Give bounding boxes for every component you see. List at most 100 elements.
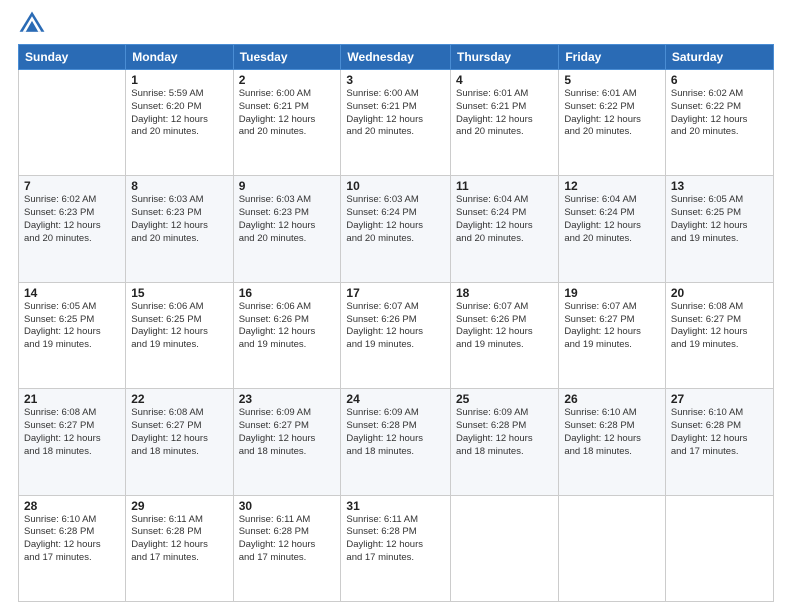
calendar-cell: 1Sunrise: 5:59 AMSunset: 6:20 PMDaylight… xyxy=(126,70,233,176)
day-info: Sunrise: 6:07 AMSunset: 6:26 PMDaylight:… xyxy=(456,301,553,352)
day-info: Sunrise: 5:59 AMSunset: 6:20 PMDaylight:… xyxy=(131,88,227,139)
day-number: 24 xyxy=(346,392,445,406)
day-number: 5 xyxy=(564,73,660,87)
day-number: 7 xyxy=(24,179,120,193)
calendar-cell: 28Sunrise: 6:10 AMSunset: 6:28 PMDayligh… xyxy=(19,495,126,601)
day-number: 4 xyxy=(456,73,553,87)
header-tuesday: Tuesday xyxy=(233,45,341,70)
day-info: Sunrise: 6:05 AMSunset: 6:25 PMDaylight:… xyxy=(671,194,768,245)
day-number: 17 xyxy=(346,286,445,300)
day-number: 15 xyxy=(131,286,227,300)
calendar-cell: 31Sunrise: 6:11 AMSunset: 6:28 PMDayligh… xyxy=(341,495,451,601)
header xyxy=(18,10,774,38)
calendar-cell: 27Sunrise: 6:10 AMSunset: 6:28 PMDayligh… xyxy=(665,389,773,495)
day-info: Sunrise: 6:08 AMSunset: 6:27 PMDaylight:… xyxy=(671,301,768,352)
calendar-week-row: 1Sunrise: 5:59 AMSunset: 6:20 PMDaylight… xyxy=(19,70,774,176)
calendar-cell: 3Sunrise: 6:00 AMSunset: 6:21 PMDaylight… xyxy=(341,70,451,176)
calendar-cell: 13Sunrise: 6:05 AMSunset: 6:25 PMDayligh… xyxy=(665,176,773,282)
page: SundayMondayTuesdayWednesdayThursdayFrid… xyxy=(0,0,792,612)
day-number: 31 xyxy=(346,499,445,513)
calendar-table: SundayMondayTuesdayWednesdayThursdayFrid… xyxy=(18,44,774,602)
calendar-cell: 4Sunrise: 6:01 AMSunset: 6:21 PMDaylight… xyxy=(451,70,559,176)
calendar-cell: 12Sunrise: 6:04 AMSunset: 6:24 PMDayligh… xyxy=(559,176,666,282)
calendar-cell: 15Sunrise: 6:06 AMSunset: 6:25 PMDayligh… xyxy=(126,282,233,388)
calendar-cell: 20Sunrise: 6:08 AMSunset: 6:27 PMDayligh… xyxy=(665,282,773,388)
logo xyxy=(18,10,50,38)
day-number: 21 xyxy=(24,392,120,406)
day-info: Sunrise: 6:11 AMSunset: 6:28 PMDaylight:… xyxy=(346,514,445,565)
day-number: 16 xyxy=(239,286,336,300)
header-monday: Monday xyxy=(126,45,233,70)
calendar-week-row: 14Sunrise: 6:05 AMSunset: 6:25 PMDayligh… xyxy=(19,282,774,388)
day-number: 13 xyxy=(671,179,768,193)
calendar-cell: 24Sunrise: 6:09 AMSunset: 6:28 PMDayligh… xyxy=(341,389,451,495)
day-info: Sunrise: 6:04 AMSunset: 6:24 PMDaylight:… xyxy=(564,194,660,245)
day-info: Sunrise: 6:10 AMSunset: 6:28 PMDaylight:… xyxy=(564,407,660,458)
day-info: Sunrise: 6:07 AMSunset: 6:27 PMDaylight:… xyxy=(564,301,660,352)
day-info: Sunrise: 6:09 AMSunset: 6:28 PMDaylight:… xyxy=(346,407,445,458)
calendar-cell xyxy=(19,70,126,176)
calendar-cell: 10Sunrise: 6:03 AMSunset: 6:24 PMDayligh… xyxy=(341,176,451,282)
calendar-cell: 25Sunrise: 6:09 AMSunset: 6:28 PMDayligh… xyxy=(451,389,559,495)
calendar-week-row: 21Sunrise: 6:08 AMSunset: 6:27 PMDayligh… xyxy=(19,389,774,495)
day-number: 10 xyxy=(346,179,445,193)
calendar-cell: 21Sunrise: 6:08 AMSunset: 6:27 PMDayligh… xyxy=(19,389,126,495)
calendar-cell: 26Sunrise: 6:10 AMSunset: 6:28 PMDayligh… xyxy=(559,389,666,495)
day-number: 23 xyxy=(239,392,336,406)
header-wednesday: Wednesday xyxy=(341,45,451,70)
calendar-cell: 5Sunrise: 6:01 AMSunset: 6:22 PMDaylight… xyxy=(559,70,666,176)
calendar-cell xyxy=(451,495,559,601)
day-info: Sunrise: 6:04 AMSunset: 6:24 PMDaylight:… xyxy=(456,194,553,245)
day-info: Sunrise: 6:06 AMSunset: 6:25 PMDaylight:… xyxy=(131,301,227,352)
day-number: 3 xyxy=(346,73,445,87)
calendar-cell: 30Sunrise: 6:11 AMSunset: 6:28 PMDayligh… xyxy=(233,495,341,601)
day-info: Sunrise: 6:07 AMSunset: 6:26 PMDaylight:… xyxy=(346,301,445,352)
day-number: 19 xyxy=(564,286,660,300)
day-info: Sunrise: 6:11 AMSunset: 6:28 PMDaylight:… xyxy=(131,514,227,565)
header-thursday: Thursday xyxy=(451,45,559,70)
day-number: 26 xyxy=(564,392,660,406)
day-number: 28 xyxy=(24,499,120,513)
day-number: 20 xyxy=(671,286,768,300)
day-number: 30 xyxy=(239,499,336,513)
day-info: Sunrise: 6:09 AMSunset: 6:28 PMDaylight:… xyxy=(456,407,553,458)
calendar-cell: 2Sunrise: 6:00 AMSunset: 6:21 PMDaylight… xyxy=(233,70,341,176)
calendar-header-row: SundayMondayTuesdayWednesdayThursdayFrid… xyxy=(19,45,774,70)
calendar-cell: 23Sunrise: 6:09 AMSunset: 6:27 PMDayligh… xyxy=(233,389,341,495)
day-info: Sunrise: 6:01 AMSunset: 6:21 PMDaylight:… xyxy=(456,88,553,139)
calendar-cell: 9Sunrise: 6:03 AMSunset: 6:23 PMDaylight… xyxy=(233,176,341,282)
header-saturday: Saturday xyxy=(665,45,773,70)
day-number: 25 xyxy=(456,392,553,406)
day-info: Sunrise: 6:00 AMSunset: 6:21 PMDaylight:… xyxy=(346,88,445,139)
day-info: Sunrise: 6:05 AMSunset: 6:25 PMDaylight:… xyxy=(24,301,120,352)
calendar-cell: 29Sunrise: 6:11 AMSunset: 6:28 PMDayligh… xyxy=(126,495,233,601)
day-number: 22 xyxy=(131,392,227,406)
calendar-cell: 22Sunrise: 6:08 AMSunset: 6:27 PMDayligh… xyxy=(126,389,233,495)
logo-icon xyxy=(18,10,46,38)
calendar-cell: 16Sunrise: 6:06 AMSunset: 6:26 PMDayligh… xyxy=(233,282,341,388)
calendar-cell: 17Sunrise: 6:07 AMSunset: 6:26 PMDayligh… xyxy=(341,282,451,388)
day-info: Sunrise: 6:03 AMSunset: 6:24 PMDaylight:… xyxy=(346,194,445,245)
calendar-cell xyxy=(559,495,666,601)
day-info: Sunrise: 6:08 AMSunset: 6:27 PMDaylight:… xyxy=(24,407,120,458)
calendar-cell: 6Sunrise: 6:02 AMSunset: 6:22 PMDaylight… xyxy=(665,70,773,176)
day-number: 18 xyxy=(456,286,553,300)
day-number: 14 xyxy=(24,286,120,300)
day-info: Sunrise: 6:01 AMSunset: 6:22 PMDaylight:… xyxy=(564,88,660,139)
day-info: Sunrise: 6:02 AMSunset: 6:23 PMDaylight:… xyxy=(24,194,120,245)
calendar-cell: 11Sunrise: 6:04 AMSunset: 6:24 PMDayligh… xyxy=(451,176,559,282)
calendar-cell xyxy=(665,495,773,601)
day-info: Sunrise: 6:10 AMSunset: 6:28 PMDaylight:… xyxy=(24,514,120,565)
calendar-cell: 14Sunrise: 6:05 AMSunset: 6:25 PMDayligh… xyxy=(19,282,126,388)
day-info: Sunrise: 6:10 AMSunset: 6:28 PMDaylight:… xyxy=(671,407,768,458)
day-number: 8 xyxy=(131,179,227,193)
calendar-cell: 18Sunrise: 6:07 AMSunset: 6:26 PMDayligh… xyxy=(451,282,559,388)
day-info: Sunrise: 6:09 AMSunset: 6:27 PMDaylight:… xyxy=(239,407,336,458)
day-number: 12 xyxy=(564,179,660,193)
calendar-week-row: 7Sunrise: 6:02 AMSunset: 6:23 PMDaylight… xyxy=(19,176,774,282)
day-info: Sunrise: 6:08 AMSunset: 6:27 PMDaylight:… xyxy=(131,407,227,458)
calendar-cell: 19Sunrise: 6:07 AMSunset: 6:27 PMDayligh… xyxy=(559,282,666,388)
calendar-week-row: 28Sunrise: 6:10 AMSunset: 6:28 PMDayligh… xyxy=(19,495,774,601)
day-number: 1 xyxy=(131,73,227,87)
calendar-cell: 7Sunrise: 6:02 AMSunset: 6:23 PMDaylight… xyxy=(19,176,126,282)
